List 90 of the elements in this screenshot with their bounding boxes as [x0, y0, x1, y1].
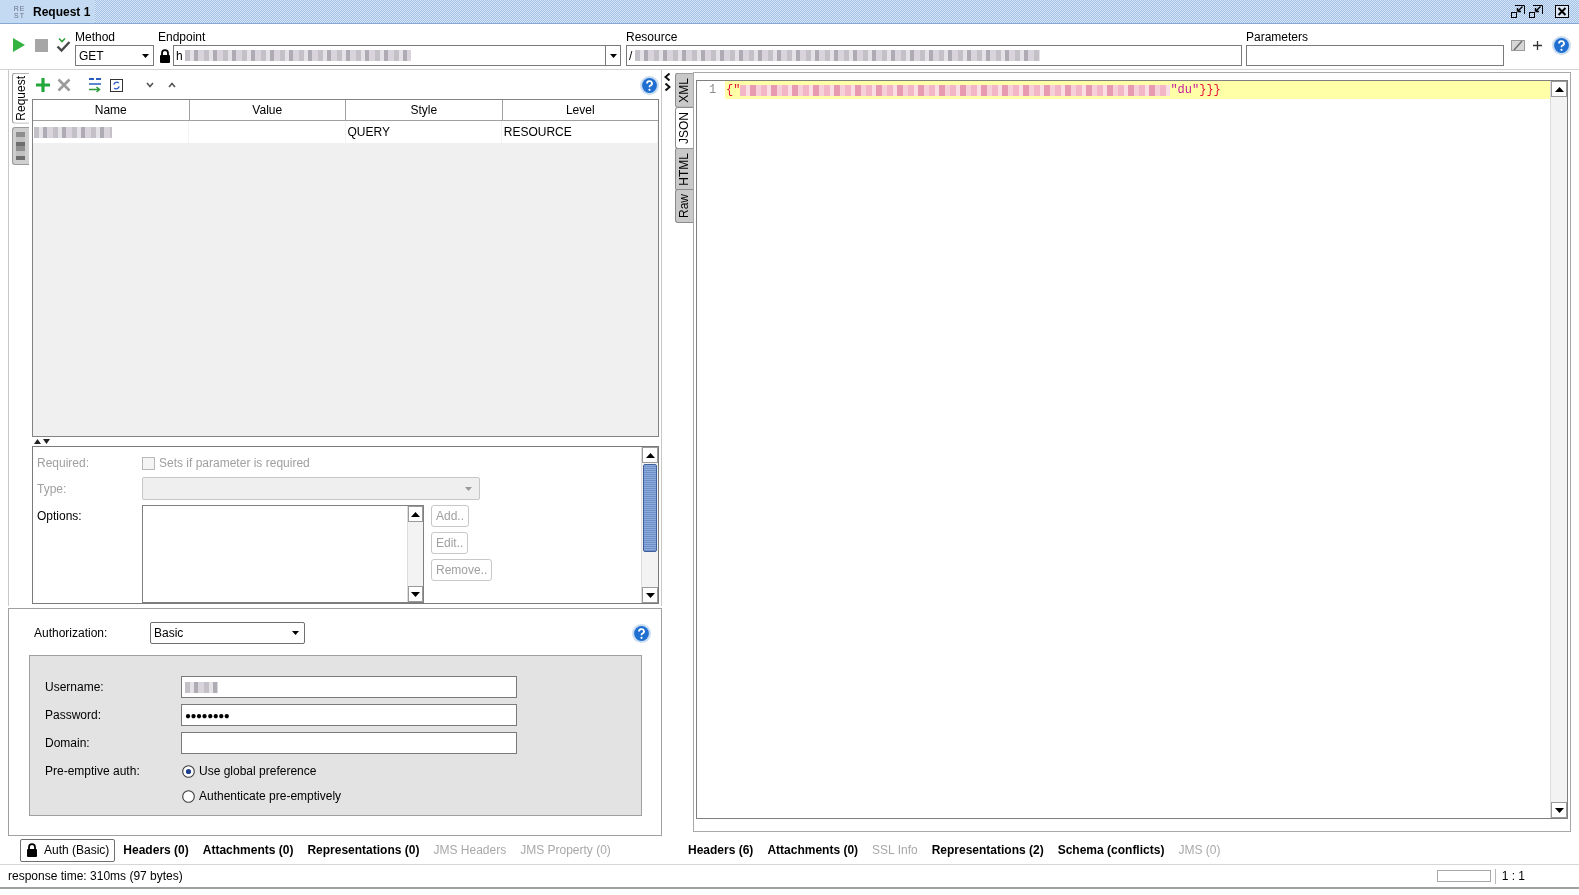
tab[interactable]: Auth (Basic)	[20, 838, 116, 862]
code-text: {"	[726, 83, 741, 97]
plus-icon[interactable]	[1533, 40, 1542, 50]
field-label: Pre-emptive auth:	[45, 764, 141, 778]
scroll-down-icon[interactable]	[1554, 807, 1564, 813]
redacted-block	[185, 681, 218, 693]
view-tab[interactable]: JSON	[675, 106, 693, 149]
field-label: Type:	[37, 481, 68, 496]
column-header: Name	[33, 100, 190, 120]
scrollbar[interactable]	[641, 447, 658, 603]
field-label: Resource	[626, 30, 679, 44]
field-label: Method	[75, 30, 117, 44]
input-field[interactable]: ●●●●●●●●	[181, 704, 517, 726]
tab[interactable]: Attachments (0)	[196, 838, 300, 862]
checkbox-label: Sets if parameter is required	[159, 456, 310, 470]
field-label: Endpoint	[158, 30, 207, 44]
view-tab[interactable]: XML	[675, 73, 693, 108]
slashed-box-icon[interactable]	[1511, 39, 1525, 51]
refresh-box-icon[interactable]	[110, 78, 123, 92]
bars-arrow-icon[interactable]	[87, 77, 103, 93]
field-label: Parameters	[1246, 30, 1310, 44]
resource-field[interactable]: /	[626, 45, 1242, 66]
caret-icon	[292, 631, 299, 635]
tab[interactable]: Representations (0)	[301, 838, 426, 862]
chevron-down-icon[interactable]	[146, 82, 154, 88]
code-text: }}}	[1199, 83, 1221, 97]
chevron-up-icon[interactable]	[168, 82, 176, 88]
tab[interactable]: Representations (2)	[925, 838, 1050, 861]
lock-icon	[159, 48, 171, 63]
scroll-up-icon[interactable]	[1554, 86, 1564, 92]
radio-label: Use global preference	[199, 764, 317, 778]
tab[interactable]: Attachments (0)	[761, 838, 865, 861]
options-list[interactable]	[142, 505, 424, 603]
play-icon[interactable]	[12, 37, 26, 53]
ratio-text: 1 : 1	[1501, 869, 1525, 883]
field-label: Domain:	[45, 736, 91, 750]
redacted-block	[16, 131, 25, 160]
caret-icon	[142, 53, 149, 58]
tab[interactable]: Headers (6)	[682, 838, 760, 861]
scrollbar[interactable]	[1550, 81, 1567, 818]
table-cell: QUERY	[345, 121, 502, 143]
lock-icon	[26, 843, 38, 857]
column-header: Style	[346, 100, 503, 120]
close-icon[interactable]	[1555, 5, 1569, 18]
split-arrows-icon[interactable]	[33, 438, 51, 445]
scrollbar-thumb[interactable]	[643, 464, 657, 552]
view-tab[interactable]: HTML	[675, 147, 693, 191]
side-tab[interactable]: Request	[11, 73, 29, 124]
radio-button[interactable]	[182, 789, 195, 803]
window-title: Request 1	[33, 4, 91, 19]
tab[interactable]: Headers (0)	[117, 838, 195, 862]
input-field[interactable]	[181, 676, 517, 698]
help-icon[interactable]	[632, 623, 651, 643]
parameters-field[interactable]	[1246, 45, 1504, 66]
chevron-left-icon[interactable]	[664, 73, 671, 81]
delete-icon[interactable]	[57, 78, 71, 92]
field-label: Authorization:	[33, 626, 109, 640]
caret-icon	[465, 486, 472, 491]
input-field[interactable]	[181, 732, 517, 754]
field-label: Password:	[45, 708, 103, 722]
scroll-down-icon[interactable]	[411, 591, 420, 597]
side-tab[interactable]	[11, 126, 29, 165]
column-header: Level	[564, 102, 596, 119]
help-icon[interactable]	[640, 75, 659, 95]
scrollbar[interactable]	[407, 506, 423, 602]
add-icon[interactable]	[36, 78, 50, 92]
status-text: response time: 310ms (97 bytes)	[8, 869, 183, 883]
box-arrow-icon[interactable]	[1529, 5, 1543, 18]
field-label: Required:	[37, 456, 91, 470]
line-number: 1	[708, 82, 718, 99]
scroll-up-icon[interactable]	[645, 452, 655, 458]
view-tab[interactable]: Raw	[675, 189, 693, 224]
code-text: "du"	[1170, 83, 1200, 97]
caret-icon	[609, 53, 617, 58]
scroll-down-icon[interactable]	[645, 592, 655, 598]
field-label: Username:	[45, 680, 105, 694]
chevron-right-icon[interactable]	[664, 83, 671, 91]
help-icon[interactable]	[1552, 35, 1571, 55]
field-label: Options:	[37, 508, 83, 523]
tab[interactable]: Schema (conflicts)	[1051, 838, 1171, 861]
auth-dropdown[interactable]: Basic	[150, 622, 305, 644]
column-header: Value	[189, 100, 346, 120]
box-arrow-icon[interactable]	[1511, 5, 1525, 18]
endpoint-field[interactable]: h	[173, 45, 606, 66]
dropdown-button[interactable]	[606, 45, 621, 66]
scroll-up-icon[interactable]	[411, 511, 420, 517]
table-cell: RESOURCE	[501, 121, 658, 143]
method-dropdown[interactable]: GET	[75, 45, 154, 66]
radio-label: Authenticate pre-emptively	[199, 789, 342, 803]
radio-button[interactable]	[182, 764, 195, 778]
